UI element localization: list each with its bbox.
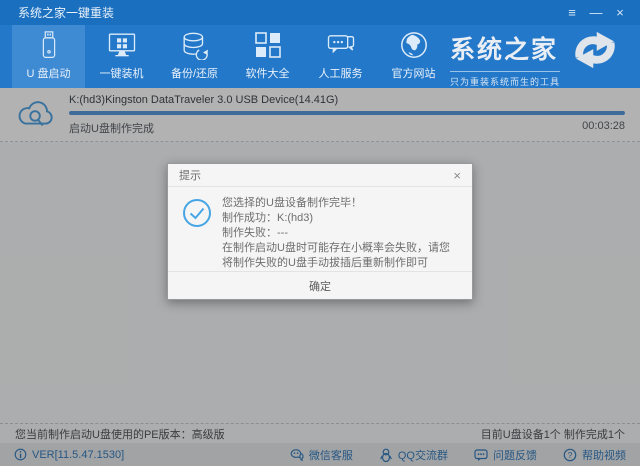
nav-label: 备份/还原 [170,68,219,80]
brand-name: 系统之家 [450,36,559,64]
nav-label: 官方网站 [391,68,436,80]
brand: 系统之家 只为重装系统而生的工具 [450,25,640,88]
menu-icon[interactable]: ≡ [560,0,584,25]
close-icon[interactable]: × [608,0,632,25]
nav-label: U 盘启动 [26,68,71,80]
nav-item-backup-restore[interactable]: 备份/还原 [158,25,231,88]
support-chat-icon [327,35,354,54]
ok-button[interactable]: 确定 [275,274,365,298]
nav-item-official-site[interactable]: 官方网站 [377,25,450,88]
globe-icon [400,32,427,58]
prompt-dialog: 提示 × 您选择的U盘设备制作完毕！ 制作成功：K:(hd3) 制作失败：---… [167,163,473,300]
nav-item-support[interactable]: 人工服务 [304,25,377,88]
window-controls: ≡ — × [560,0,632,25]
backup-restore-icon [183,32,208,60]
dialog-line-note: 在制作启动U盘时可能存在小概率会失败，请您将制作失败的U盘手动拔插后重新制作即可 [222,242,450,270]
dialog-message: 您选择的U盘设备制作完毕！ 制作成功：K:(hd3) 制作失败：--- 在制作启… [212,196,459,271]
dialog-line-failed: 制作失败：--- [222,227,288,240]
monitor-windows-icon [108,33,135,57]
dialog-footer: 确定 [168,271,472,299]
double-arrow-logo-icon [575,31,615,69]
nav-item-usb-boot[interactable]: U 盘启动 [12,25,85,88]
dialog-title: 提示 [179,170,201,183]
nav-label: 一键装机 [99,68,144,80]
window-title: 系统之家一键重装 [18,6,115,20]
dialog-body: 您选择的U盘设备制作完毕！ 制作成功：K:(hd3) 制作失败：--- 在制作启… [168,187,472,271]
dialog-close-icon[interactable]: × [453,169,461,182]
dialog-line-complete: 您选择的U盘设备制作完毕！ [222,197,362,210]
software-grid-icon [254,32,281,58]
minimize-icon[interactable]: — [584,0,608,25]
dialog-header: 提示 × [168,164,472,188]
nav-label: 软件大全 [245,68,290,80]
content-area: K:(hd3)Kingston DataTraveler 3.0 USB Dev… [0,88,640,466]
dialog-line-success: 制作成功：K:(hd3) [222,212,314,225]
titlebar: 系统之家一键重装 ≡ — × [0,0,640,25]
app-window: 系统之家一键重装 ≡ — × U 盘启动 一键装机 备份/还原 软件大全 人工服… [0,0,640,466]
nav-item-software[interactable]: 软件大全 [231,25,304,88]
nav-item-one-click-install[interactable]: 一键装机 [85,25,158,88]
usb-drive-icon [42,31,55,58]
main-navbar: U 盘启动 一键装机 备份/还原 软件大全 人工服务 官方网站 系统之家 只为重… [0,25,640,88]
check-circle-icon [183,199,211,228]
nav-label: 人工服务 [318,68,363,80]
brand-tagline: 只为重装系统而生的工具 [450,71,561,88]
